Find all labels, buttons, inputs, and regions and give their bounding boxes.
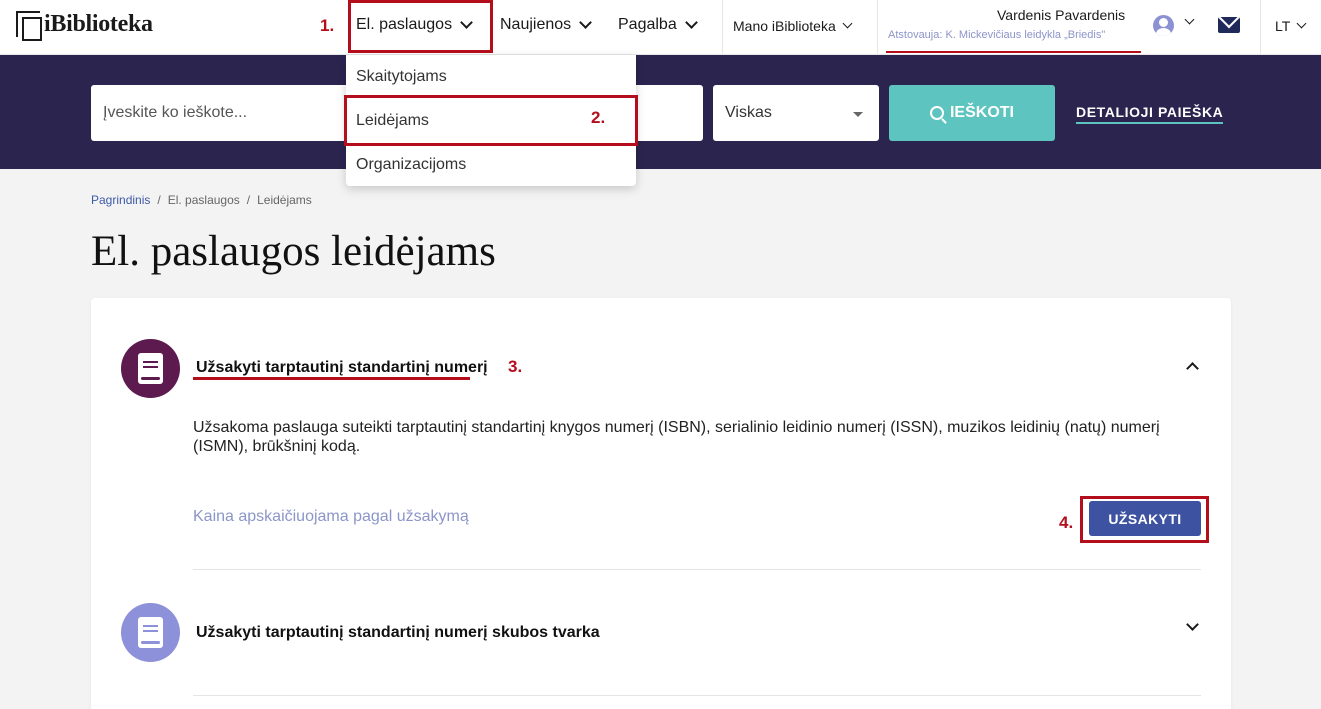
service-icon: [121, 603, 180, 662]
nav-divider: [722, 0, 723, 55]
logo-mark-icon: [16, 11, 42, 41]
annotation-box: [348, 0, 493, 53]
envelope-icon[interactable]: [1218, 17, 1240, 33]
annotation-underline: [886, 51, 1141, 53]
logo-text: iBiblioteka: [44, 11, 153, 37]
chevron-down-icon[interactable]: [1186, 618, 1199, 631]
annotation-box: [1080, 496, 1209, 543]
nav-divider: [1260, 0, 1261, 55]
breadcrumb-home[interactable]: Pagrindinis: [91, 193, 150, 207]
service-title[interactable]: Užsakyti tarptautinį standartinį numerį …: [196, 624, 600, 642]
user-avatar-icon[interactable]: [1153, 15, 1174, 36]
chevron-down-icon[interactable]: [1184, 14, 1195, 25]
dropdown-item-organizacijoms[interactable]: Organizacijoms: [356, 156, 466, 174]
service-divider: [193, 569, 1201, 570]
annotation-underline: [193, 377, 470, 380]
dropdown-item-skaitytojams[interactable]: Skaitytojams: [356, 68, 447, 86]
book-icon: [138, 617, 163, 648]
caret-down-icon: [853, 112, 863, 117]
services-card: Užsakyti tarptautinį standartinį numerį …: [91, 298, 1231, 709]
chevron-up-icon[interactable]: [1186, 362, 1199, 375]
language-selector[interactable]: LT: [1275, 18, 1307, 34]
user-name[interactable]: Vardenis Pavardenis: [997, 7, 1125, 23]
annotation-number: 2.: [591, 108, 606, 127]
annotation-number: 4.: [1059, 513, 1074, 532]
chevron-down-icon: [842, 18, 853, 29]
breadcrumb-current: Leidėjams: [257, 193, 312, 207]
ibiblioteka-logo[interactable]: iBiblioteka: [16, 11, 153, 41]
nav-naujienos[interactable]: Naujienos: [500, 16, 593, 34]
search-button-label: IEŠKOTI: [949, 104, 1014, 121]
service-icon: [121, 339, 180, 398]
book-icon: [138, 353, 163, 384]
search-button[interactable]: IEŠKOTI: [889, 85, 1055, 141]
nav-label: Naujienos: [500, 16, 572, 33]
nav-label: Mano iBiblioteka: [733, 18, 836, 34]
breadcrumb-el-paslaugos[interactable]: El. paslaugos: [168, 193, 240, 207]
nav-pagalba[interactable]: Pagalba: [618, 16, 698, 34]
represents-organization[interactable]: Atstovauja: K. Mickevičiaus leidykla „Br…: [888, 29, 1105, 41]
service-price-note: Kaina apskaičiuojama pagal užsakymą: [193, 508, 469, 525]
chevron-down-icon: [684, 16, 698, 29]
annotation-number: 1.: [320, 16, 335, 35]
nav-mano-ibiblioteka[interactable]: Mano iBiblioteka: [733, 18, 853, 34]
nav-divider: [877, 0, 878, 55]
search-scope-select[interactable]: Viskas: [713, 85, 879, 141]
annotation-number: 3.: [508, 357, 523, 376]
language-label: LT: [1275, 18, 1291, 34]
search-band: Viskas IEŠKOTI DETALIOJI PAIEŠKA: [0, 55, 1321, 169]
service-description: Užsakoma paslauga suteikti tarptautinį s…: [193, 419, 1160, 455]
breadcrumb: Pagrindinis / El. paslaugos / Leidėjams: [91, 193, 312, 207]
top-navigation-bar: iBiblioteka El. paslaugos Naujienos Paga…: [0, 0, 1321, 55]
advanced-search-link[interactable]: DETALIOJI PAIEŠKA: [1076, 104, 1224, 124]
search-icon: [929, 106, 944, 120]
service-title[interactable]: Užsakyti tarptautinį standartinį numerį: [196, 359, 488, 377]
breadcrumb-separator: /: [246, 193, 251, 207]
nav-label: Pagalba: [618, 16, 677, 33]
scope-value: Viskas: [725, 104, 772, 121]
page-title: El. paslaugos leidėjams: [91, 228, 496, 275]
breadcrumb-separator: /: [157, 193, 161, 207]
chevron-down-icon: [1296, 18, 1307, 29]
service-divider: [193, 695, 1201, 696]
chevron-down-icon: [579, 16, 593, 29]
